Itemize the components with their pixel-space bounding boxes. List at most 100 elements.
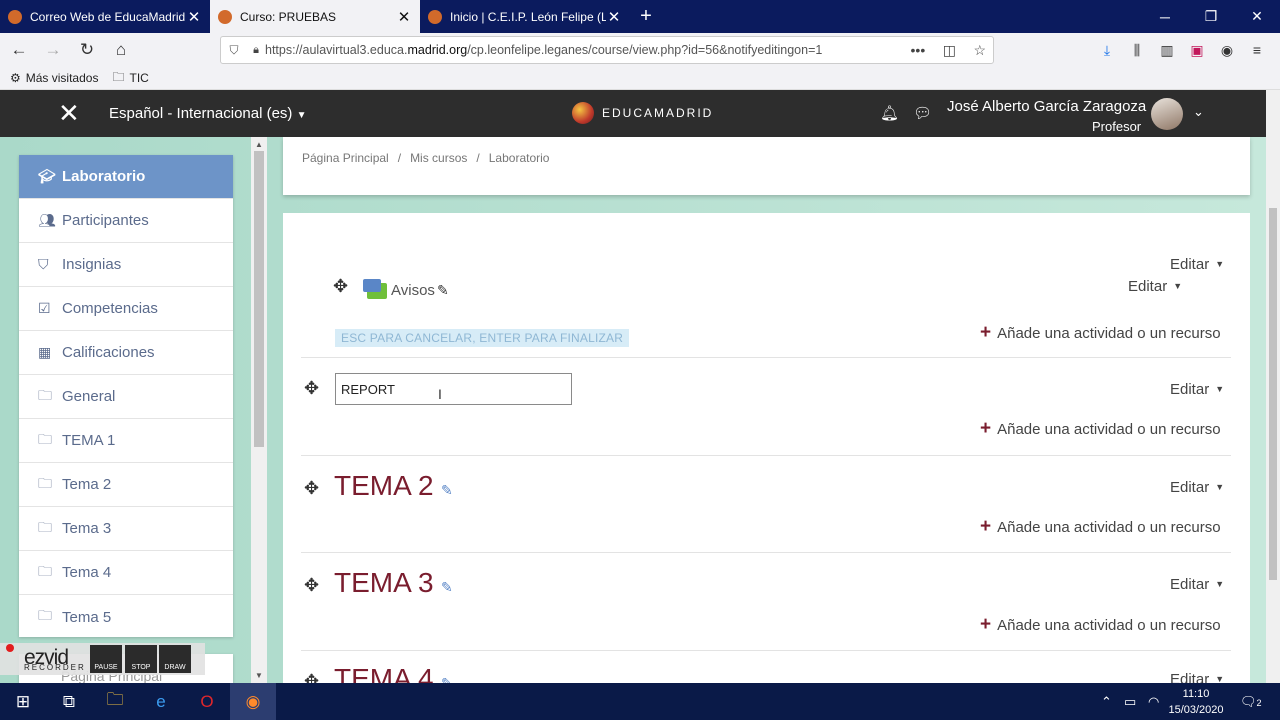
close-tab-icon[interactable]: ✕	[606, 8, 622, 26]
draw-button[interactable]: DRAW	[159, 645, 191, 673]
edit-title-pencil-icon[interactable]: ✎	[441, 675, 453, 683]
user-role: Profesor	[1092, 119, 1142, 134]
section-name-input[interactable]	[335, 373, 572, 405]
avatar[interactable]	[1151, 98, 1183, 130]
edge-icon[interactable]: e	[138, 683, 184, 720]
pause-button[interactable]: PAUSE	[90, 645, 122, 673]
sidebar-item-tema-3[interactable]: 🗀 Tema 3	[19, 507, 233, 551]
windows-start-icon[interactable]: ⊞	[0, 683, 46, 720]
sidebar-item-tema-2[interactable]: 🗀 Tema 2	[19, 463, 233, 507]
sidebar-item-general[interactable]: 🗀 General	[19, 375, 233, 419]
scroll-up-icon[interactable]: ▲	[251, 140, 267, 149]
bookmark-tic[interactable]: 🗀 TIC	[112, 68, 148, 89]
move-icon[interactable]: ✥	[333, 276, 348, 297]
sidebar-item-competencias[interactable]: ☑ Competencias	[19, 287, 233, 331]
url-bar[interactable]: ⛉ 🔒︎ https://aulavirtual3.educa.madrid.o…	[220, 36, 994, 64]
scrollbar-thumb[interactable]	[254, 151, 264, 447]
sidebar-toggle-icon[interactable]: ▥	[1152, 42, 1182, 59]
breadcrumb-item[interactable]: Laboratorio	[489, 151, 550, 165]
course-section-general: Editar ▼ ✥ Avisos ✎ Editar ▼ ESC PARA CANC…	[301, 238, 1231, 358]
firefox-icon[interactable]: ◉	[230, 683, 276, 720]
breadcrumb-item[interactable]: Mis cursos	[410, 151, 467, 165]
add-activity-button[interactable]: + Añade una actividad o un recurso	[980, 614, 1221, 636]
extension-icon[interactable]: ▣	[1182, 42, 1212, 59]
back-arrow-icon[interactable]: ←	[4, 35, 34, 65]
tracking-shield-icon[interactable]: ⛉	[221, 43, 247, 58]
wifi-icon[interactable]: ◠	[1148, 694, 1159, 710]
menu-hamburger-icon[interactable]: ≡	[1242, 42, 1272, 58]
section-title[interactable]: TEMA 4	[334, 663, 434, 683]
section-edit-menu[interactable]: Editar ▼	[1170, 256, 1224, 273]
caret-down-icon: ▼	[1215, 384, 1225, 394]
notifications-icon[interactable]: 🗨︎2	[1240, 694, 1262, 710]
page-scrollbar[interactable]	[1266, 90, 1280, 683]
sidebar-item-participantes[interactable]: 👥︎ Participantes	[19, 199, 233, 243]
language-selector[interactable]: Español - Internacional (es) ▼	[109, 105, 307, 122]
reload-icon[interactable]: ↻	[72, 35, 102, 65]
section-edit-menu[interactable]: Editar ▼	[1170, 576, 1224, 593]
task-view-icon[interactable]: ⧉	[46, 683, 92, 720]
user-name[interactable]: José Alberto García Zaragoza	[947, 98, 1146, 115]
chat-icon[interactable]: 💬︎	[913, 104, 932, 122]
forward-arrow-icon[interactable]: →	[38, 35, 68, 65]
close-tab-icon[interactable]: ✕	[186, 8, 202, 26]
scrollbar-thumb[interactable]	[1269, 208, 1277, 580]
tray-chevron-up-icon[interactable]: ⌃	[1101, 694, 1112, 710]
add-activity-button[interactable]: + Añade una actividad o un recurso	[980, 418, 1221, 440]
move-icon[interactable]: ✥	[304, 378, 319, 399]
section-edit-menu[interactable]: Editar ▼	[1170, 479, 1224, 496]
battery-icon[interactable]: ▭	[1124, 694, 1136, 710]
url-text[interactable]: https://aulavirtual3.educa.madrid.org/cp…	[265, 43, 904, 57]
move-icon[interactable]: ✥	[304, 478, 319, 499]
sidebar-item-laboratorio[interactable]: 🎓︎ Laboratorio	[19, 155, 233, 199]
close-window-icon[interactable]: ✕	[1234, 0, 1280, 33]
sidebar-item-calificaciones[interactable]: ▦ Calificaciones	[19, 331, 233, 375]
scroll-down-icon[interactable]: ▼	[251, 671, 267, 680]
section-title[interactable]: TEMA 3	[334, 567, 434, 599]
lock-icon[interactable]: 🔒︎	[247, 44, 265, 57]
download-icon[interactable]: ⤓	[1092, 42, 1122, 59]
move-icon[interactable]: ✥	[304, 575, 319, 596]
bell-icon[interactable]: 🔔︎	[880, 104, 899, 122]
edit-title-pencil-icon[interactable]: ✎	[441, 482, 453, 499]
educamadrid-logo[interactable]: EDUCAMADRID	[572, 102, 713, 124]
pocket-icon[interactable]: ◫	[943, 42, 956, 58]
library-icon[interactable]: ⫼	[1122, 42, 1152, 59]
page-actions-icon[interactable]: •••	[911, 42, 926, 58]
stop-button[interactable]: STOP	[125, 645, 157, 673]
chevron-down-icon[interactable]: ⌄	[1193, 104, 1204, 120]
opera-icon[interactable]: O	[184, 683, 230, 720]
section-title[interactable]: TEMA 2	[334, 470, 434, 502]
close-drawer-icon[interactable]: ✕	[58, 100, 80, 126]
clock[interactable]: 11:10 15/03/2020	[1166, 686, 1226, 718]
edit-title-pencil-icon[interactable]: ✎	[441, 579, 453, 596]
edit-title-pencil-icon[interactable]: ✎	[437, 282, 449, 299]
file-explorer-icon[interactable]: 🗀	[92, 683, 138, 720]
tab-inicio-ceip[interactable]: Inicio | C.E.I.P. León Felipe (Leg ✕	[420, 0, 630, 33]
sidebar-scrollbar[interactable]: ▲ ▼	[251, 137, 267, 683]
sidebar-item-tema-1[interactable]: 🗀 TEMA 1	[19, 419, 233, 463]
breadcrumb-item[interactable]: Página Principal	[302, 151, 389, 165]
sidebar-item-tema-4[interactable]: 🗀 Tema 4	[19, 551, 233, 595]
activity-edit-menu[interactable]: Editar ▼	[1128, 278, 1182, 295]
maximize-icon[interactable]: ❐	[1188, 0, 1234, 33]
new-tab-icon[interactable]: +	[630, 0, 662, 33]
minimize-icon[interactable]: ─	[1142, 0, 1188, 33]
sidebar-item-insignias[interactable]: ⛉ Insignias	[19, 243, 233, 287]
section-edit-menu[interactable]: Editar ▼	[1170, 671, 1224, 683]
bookmark-mas-visitados[interactable]: ⚙ Más visitados	[10, 71, 98, 85]
add-activity-button[interactable]: + Añade una actividad o un recurso	[980, 516, 1221, 538]
sidebar-item-tema-5[interactable]: 🗀 Tema 5	[19, 595, 233, 639]
account-icon[interactable]: ◉	[1212, 42, 1242, 59]
windows-taskbar: ⊞ ⧉ 🗀 e O ◉ ⌃ ▭ ◠ 11:10 15/03/2020 🗨︎2	[0, 683, 1280, 720]
activity-avisos[interactable]: Avisos	[391, 282, 435, 299]
bookmark-star-icon[interactable]: ☆	[973, 42, 986, 58]
tab-curso-pruebas[interactable]: Curso: PRUEBAS ✕	[210, 0, 420, 33]
home-icon[interactable]: ⌂	[106, 35, 136, 65]
section-edit-menu[interactable]: Editar ▼	[1170, 381, 1224, 398]
close-tab-icon[interactable]: ✕	[396, 8, 412, 26]
move-icon[interactable]: ✥	[304, 671, 319, 683]
tab-correo[interactable]: Correo Web de EducaMadrid : ✕	[0, 0, 210, 33]
add-activity-button[interactable]: + Añade una actividad o un recurso	[980, 322, 1221, 344]
logo-text: EDUCAMADRID	[602, 106, 714, 120]
